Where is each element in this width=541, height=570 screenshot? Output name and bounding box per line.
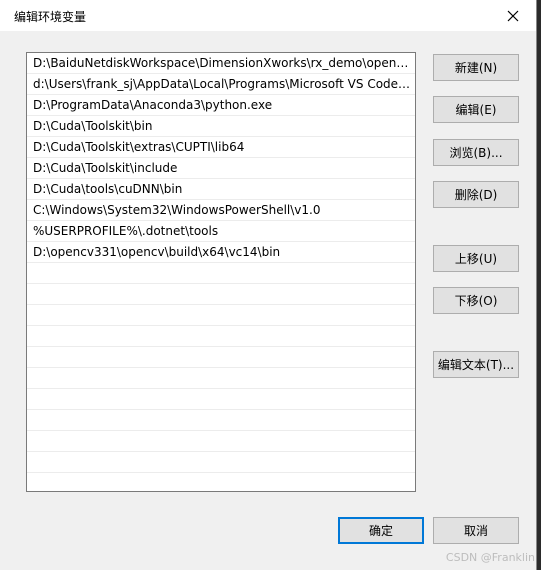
list-item[interactable] <box>27 431 415 452</box>
new-button[interactable]: 新建(N) <box>433 54 519 81</box>
list-item[interactable]: D:\Cuda\Toolskit\extras\CUPTI\lib64 <box>27 137 415 158</box>
list-item[interactable] <box>27 347 415 368</box>
list-item[interactable] <box>27 368 415 389</box>
list-item[interactable]: d:\Users\frank_sj\AppData\Local\Programs… <box>27 74 415 95</box>
list-item[interactable] <box>27 389 415 410</box>
list-item[interactable]: D:\ProgramData\Anaconda3\python.exe <box>27 95 415 116</box>
move-down-button[interactable]: 下移(O) <box>433 287 519 314</box>
list-item[interactable]: D:\Cuda\Toolskit\include <box>27 158 415 179</box>
list-item[interactable]: D:\BaiduNetdiskWorkspace\DimensionXworks… <box>27 53 415 74</box>
ok-button[interactable]: 确定 <box>338 517 424 544</box>
list-item[interactable] <box>27 263 415 284</box>
watermark: CSDN @Franklin <box>445 551 535 564</box>
list-item[interactable] <box>27 410 415 431</box>
window-title: 编辑环境变量 <box>14 10 87 24</box>
list-item[interactable]: %USERPROFILE%\.dotnet\tools <box>27 221 415 242</box>
edit-text-button[interactable]: 编辑文本(T)... <box>433 351 519 378</box>
close-icon <box>507 10 519 21</box>
list-item[interactable] <box>27 305 415 326</box>
list-item[interactable] <box>27 284 415 305</box>
close-button[interactable] <box>490 0 536 31</box>
browse-button[interactable]: 浏览(B)... <box>433 139 519 166</box>
title-bar: 编辑环境变量 <box>0 0 536 31</box>
list-item[interactable]: D:\Cuda\tools\cuDNN\bin <box>27 179 415 200</box>
list-item[interactable]: C:\Windows\System32\WindowsPowerShell\v1… <box>27 200 415 221</box>
move-up-button[interactable]: 上移(U) <box>433 245 519 272</box>
background-window-edge <box>537 0 541 570</box>
list-item[interactable] <box>27 326 415 347</box>
edit-env-var-dialog: 编辑环境变量 D:\BaiduNetdiskWorkspace\Dimensio… <box>0 0 537 570</box>
list-item[interactable] <box>27 473 415 491</box>
list-item[interactable]: D:\Cuda\Toolskit\bin <box>27 116 415 137</box>
path-list[interactable]: D:\BaiduNetdiskWorkspace\DimensionXworks… <box>26 52 416 492</box>
cancel-button[interactable]: 取消 <box>433 517 519 544</box>
edit-button[interactable]: 编辑(E) <box>433 96 519 123</box>
delete-button[interactable]: 删除(D) <box>433 181 519 208</box>
list-item[interactable] <box>27 452 415 473</box>
list-item[interactable]: D:\opencv331\opencv\build\x64\vc14\bin <box>27 242 415 263</box>
